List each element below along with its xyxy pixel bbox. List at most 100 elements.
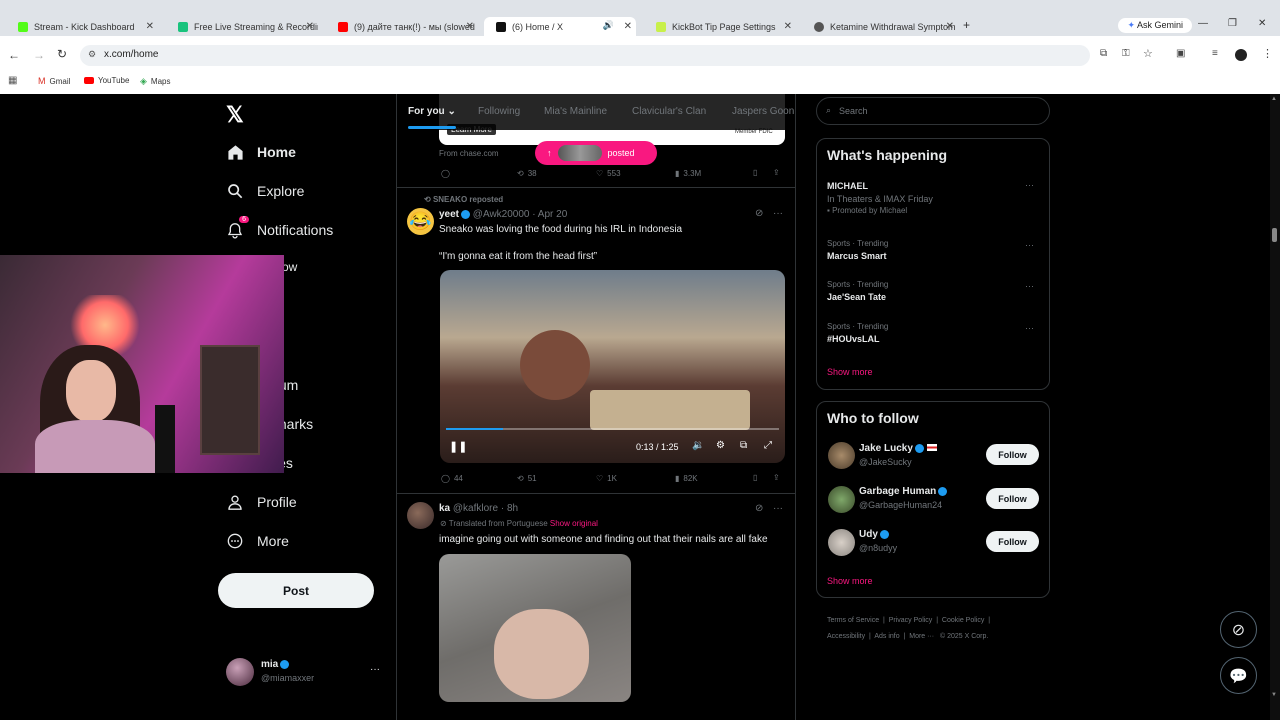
share-icon[interactable]: ⇪ (773, 473, 780, 482)
post-date[interactable]: · Apr 20 (532, 209, 567, 220)
scroll-up-icon[interactable]: ▲ (1271, 96, 1277, 102)
retweet-button[interactable]: ⟲ 38 (517, 169, 537, 178)
user-name[interactable]: Garbage Human (859, 486, 948, 497)
trend-menu-icon[interactable]: ··· (1025, 240, 1034, 250)
reload-icon[interactable]: ↻ (57, 47, 67, 61)
trend-menu-icon[interactable]: ··· (1025, 180, 1034, 190)
page-scrollbar[interactable] (1270, 94, 1280, 720)
messages-button[interactable]: 💬 (1220, 657, 1257, 694)
tab-jaspers-goons[interactable]: Jaspers Goons (732, 106, 794, 117)
extensions-icon[interactable]: ≡ (1212, 48, 1218, 59)
tab-mias-mainline[interactable]: Mia's Mainline (544, 106, 607, 117)
follow-button[interactable]: Follow (986, 531, 1039, 552)
post-date[interactable]: · 8h (501, 503, 518, 514)
pause-icon[interactable]: ❚❚ (449, 440, 467, 453)
author-name[interactable]: ka (439, 503, 450, 514)
account-avatar[interactable] (226, 658, 254, 686)
nav-explore[interactable]: Explore (226, 182, 304, 200)
close-icon[interactable]: ✕ (466, 21, 474, 32)
post-menu-icon[interactable]: ··· (773, 503, 783, 514)
install-icon[interactable]: ⧉ (1100, 48, 1107, 59)
window-close-icon[interactable]: ✕ (1258, 18, 1266, 29)
address-bar[interactable]: ⚙ x.com/home (80, 45, 1090, 66)
user-avatar[interactable] (828, 486, 855, 513)
user-name[interactable]: Jake Lucky (859, 443, 937, 454)
views-button[interactable]: ▮ 3.3M (675, 169, 701, 178)
user-avatar[interactable] (828, 529, 855, 556)
post-menu-icon[interactable]: ··· (773, 208, 783, 219)
search-input[interactable]: ⌕ Search (816, 97, 1050, 125)
close-icon[interactable]: ✕ (146, 21, 154, 32)
settings-gear-icon[interactable]: ⚙ (716, 440, 725, 451)
browser-tab-youtube[interactable]: (9) дайте танк(!) - мы (slowed ✕ (326, 17, 478, 36)
bookmark-icon[interactable]: ▯ (753, 168, 757, 177)
footer-link[interactable]: Privacy Policy (889, 617, 933, 624)
nav-notifications[interactable]: 6 Notifications (226, 216, 333, 239)
user-avatar[interactable] (828, 442, 855, 469)
grok-button[interactable]: ⊘ (1220, 611, 1257, 648)
author-handle[interactable]: @kafklore (453, 503, 498, 514)
maximize-icon[interactable]: ❐ (1228, 18, 1237, 29)
post-avatar[interactable]: 😂 (407, 208, 434, 235)
scroll-down-icon[interactable]: ▼ (1271, 692, 1277, 698)
show-more-trends-link[interactable]: Show more (827, 367, 873, 377)
site-info-icon[interactable]: ⚙ (88, 49, 96, 60)
close-icon[interactable]: ✕ (946, 21, 954, 32)
footer-link[interactable]: Cookie Policy (942, 617, 984, 624)
new-posts-pill[interactable]: ↑ posted (535, 141, 657, 165)
browser-tab-streaming[interactable]: Free Live Streaming & Recordin ✕ (166, 17, 318, 36)
browser-tab-kick[interactable]: Stream - Kick Dashboard ✕ (6, 17, 158, 36)
close-icon[interactable]: ✕ (784, 21, 792, 32)
footer-link[interactable]: Accessibility (827, 633, 865, 640)
browser-tab-x[interactable]: (6) Home / X 🔊 ✕ (484, 17, 636, 36)
follow-button[interactable]: Follow (986, 488, 1039, 509)
apps-grid-icon[interactable]: ▦ (8, 75, 17, 86)
close-icon[interactable]: ✕ (624, 21, 632, 32)
trend-menu-icon[interactable]: ··· (1025, 323, 1034, 333)
profile-avatar[interactable] (1235, 49, 1247, 61)
reply-button[interactable]: ◯ 44 (441, 474, 463, 483)
browser-tab-ketamine[interactable]: Ketamine Withdrawal Symptom ✕ (802, 17, 958, 36)
user-name[interactable]: Udy (859, 529, 889, 540)
bookmark-star-icon[interactable]: ☆ (1143, 47, 1153, 60)
author-name[interactable]: yeet (439, 209, 459, 220)
author-handle[interactable]: @Awk20000 (473, 209, 530, 220)
follow-button[interactable]: Follow (986, 444, 1039, 465)
like-button[interactable]: ♡ 553 (596, 169, 621, 178)
ask-gemini-button[interactable]: ✦ Ask Gemini (1118, 18, 1192, 33)
footer-link[interactable]: Ads info (874, 633, 899, 640)
retweet-button[interactable]: ⟲ 51 (517, 474, 537, 483)
footer-link[interactable]: Terms of Service (827, 617, 879, 624)
reply-button[interactable]: ◯ (441, 169, 450, 178)
minimize-icon[interactable]: — (1198, 18, 1208, 29)
key-icon[interactable]: ⚿ (1122, 48, 1130, 59)
trend-item[interactable]: Sports · Trending Marcus Smart (827, 239, 888, 261)
trend-menu-icon[interactable]: ··· (1025, 281, 1034, 291)
nav-home[interactable]: Home (226, 143, 296, 161)
pip-icon[interactable]: ⧉ (740, 440, 747, 451)
close-icon[interactable]: ✕ (306, 21, 314, 32)
tab-following[interactable]: Following (478, 106, 520, 117)
post-avatar[interactable] (407, 502, 434, 529)
sidepanel-icon[interactable]: ▣ (1176, 48, 1185, 59)
scrollbar-thumb[interactable] (1272, 228, 1277, 242)
show-more-follow-link[interactable]: Show more (827, 576, 873, 586)
x-logo-icon[interactable]: 𝕏 (226, 102, 244, 128)
account-name[interactable]: mia (261, 659, 290, 670)
nav-follow[interactable]: ow (282, 260, 297, 274)
bookmark-icon[interactable]: ▯ (753, 473, 757, 482)
trend-item[interactable]: Sports · Trending #HOUvsLAL (827, 322, 888, 344)
browser-tab-kickbot[interactable]: KickBot Tip Page Settings ✕ (644, 17, 796, 36)
back-icon[interactable]: ← (8, 48, 20, 62)
grok-icon[interactable]: ⊘ (755, 208, 763, 219)
account-menu-icon[interactable]: ··· (370, 664, 380, 675)
trend-item[interactable]: Sports · Trending Jae'Sean Tate (827, 280, 888, 302)
like-button[interactable]: ♡ 1K (596, 474, 617, 483)
bookmark-gmail[interactable]: M Gmail (38, 76, 70, 86)
nav-more[interactable]: More (226, 532, 289, 550)
post-button[interactable]: Post (218, 573, 374, 608)
footer-link[interactable]: More ··· (909, 633, 934, 640)
show-original-link[interactable]: Show original (550, 519, 598, 528)
fullscreen-icon[interactable]: ⤢ (764, 440, 772, 451)
bookmark-maps[interactable]: ◈ Maps (140, 76, 170, 87)
